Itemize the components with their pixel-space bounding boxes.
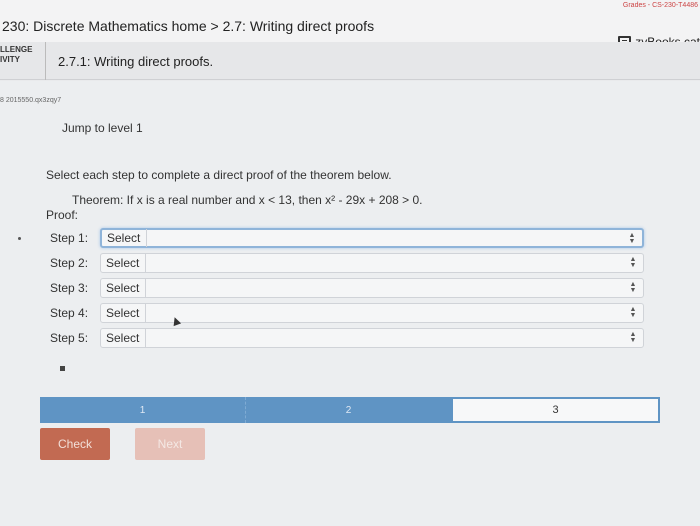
select-value: Select [106,279,147,297]
up-down-arrows-icon: ▲ ▼ [629,306,637,319]
step-label: Step 4: [50,306,89,320]
next-button[interactable]: Next [135,428,205,460]
badge-line-2: IVITY [0,55,21,64]
step-label: Step 5: [50,331,89,345]
top-bar: 230: Discrete Mathematics home > 2.7: Wr… [0,0,700,49]
proof-step-2: Step 2: Select ▲ ▼ [50,253,644,273]
step-3-select[interactable]: Select ▲ ▼ [100,278,644,298]
up-down-arrows-icon: ▲ ▼ [629,331,637,344]
select-value: Select [106,329,147,347]
step-1-select[interactable]: Select ▲ ▼ [100,228,644,248]
grades-link[interactable]: Grades - CS-230-T4486 [623,2,698,9]
up-down-arrows-icon: ▲ ▼ [629,281,637,294]
bullet-dot [18,237,21,240]
activity-type-badge: LLENGE IVITY [0,42,46,80]
problem-id: 8 2015550.qx3zqy7 [0,97,62,104]
jump-to-level[interactable]: Jump to level 1 [62,121,143,135]
select-value: Select [106,304,147,322]
instruction-text: Select each step to complete a direct pr… [46,168,392,182]
proof-step-3: Step 3: Select ▲ ▼ [50,278,644,298]
level-progress-bar: 1 2 3 [40,397,660,423]
step-2-select[interactable]: Select ▲ ▼ [100,253,644,273]
step-label: Step 3: [50,281,89,295]
step-label: Step 2: [50,256,89,270]
step-label: Step 1: [50,231,89,245]
level-1-segment[interactable]: 1 [40,397,246,423]
theorem-text: Theorem: If x is a real number and x < 1… [72,193,423,207]
bullet-square [60,366,65,371]
activity-header: LLENGE IVITY 2.7.1: Writing direct proof… [0,42,700,80]
select-value: Select [107,229,148,247]
proof-step-1: Step 1: Select ▲ ▼ [50,228,644,248]
proof-label: Proof: [46,208,79,222]
proof-step-4: Step 4: Select ▲ ▼ [50,303,644,323]
up-down-arrows-icon: ▲ ▼ [629,256,637,269]
level-2-segment[interactable]: 2 [246,397,451,423]
proof-step-5: Step 5: Select ▲ ▼ [50,328,644,348]
section-title: 2.7.1: Writing direct proofs. [58,54,214,69]
select-value: Select [106,254,147,272]
activity-body: 8 2015550.qx3zqy7 Jump to level 1 Select… [0,81,700,526]
up-down-arrows-icon: ▲ ▼ [628,232,636,245]
level-3-segment[interactable]: 3 [451,397,660,423]
step-4-select[interactable]: Select ▲ ▼ [100,303,644,323]
check-button[interactable]: Check [40,428,110,460]
badge-line-1: LLENGE [0,45,33,54]
step-5-select[interactable]: Select ▲ ▼ [100,328,644,348]
breadcrumb[interactable]: 230: Discrete Mathematics home > 2.7: Wr… [2,18,374,34]
